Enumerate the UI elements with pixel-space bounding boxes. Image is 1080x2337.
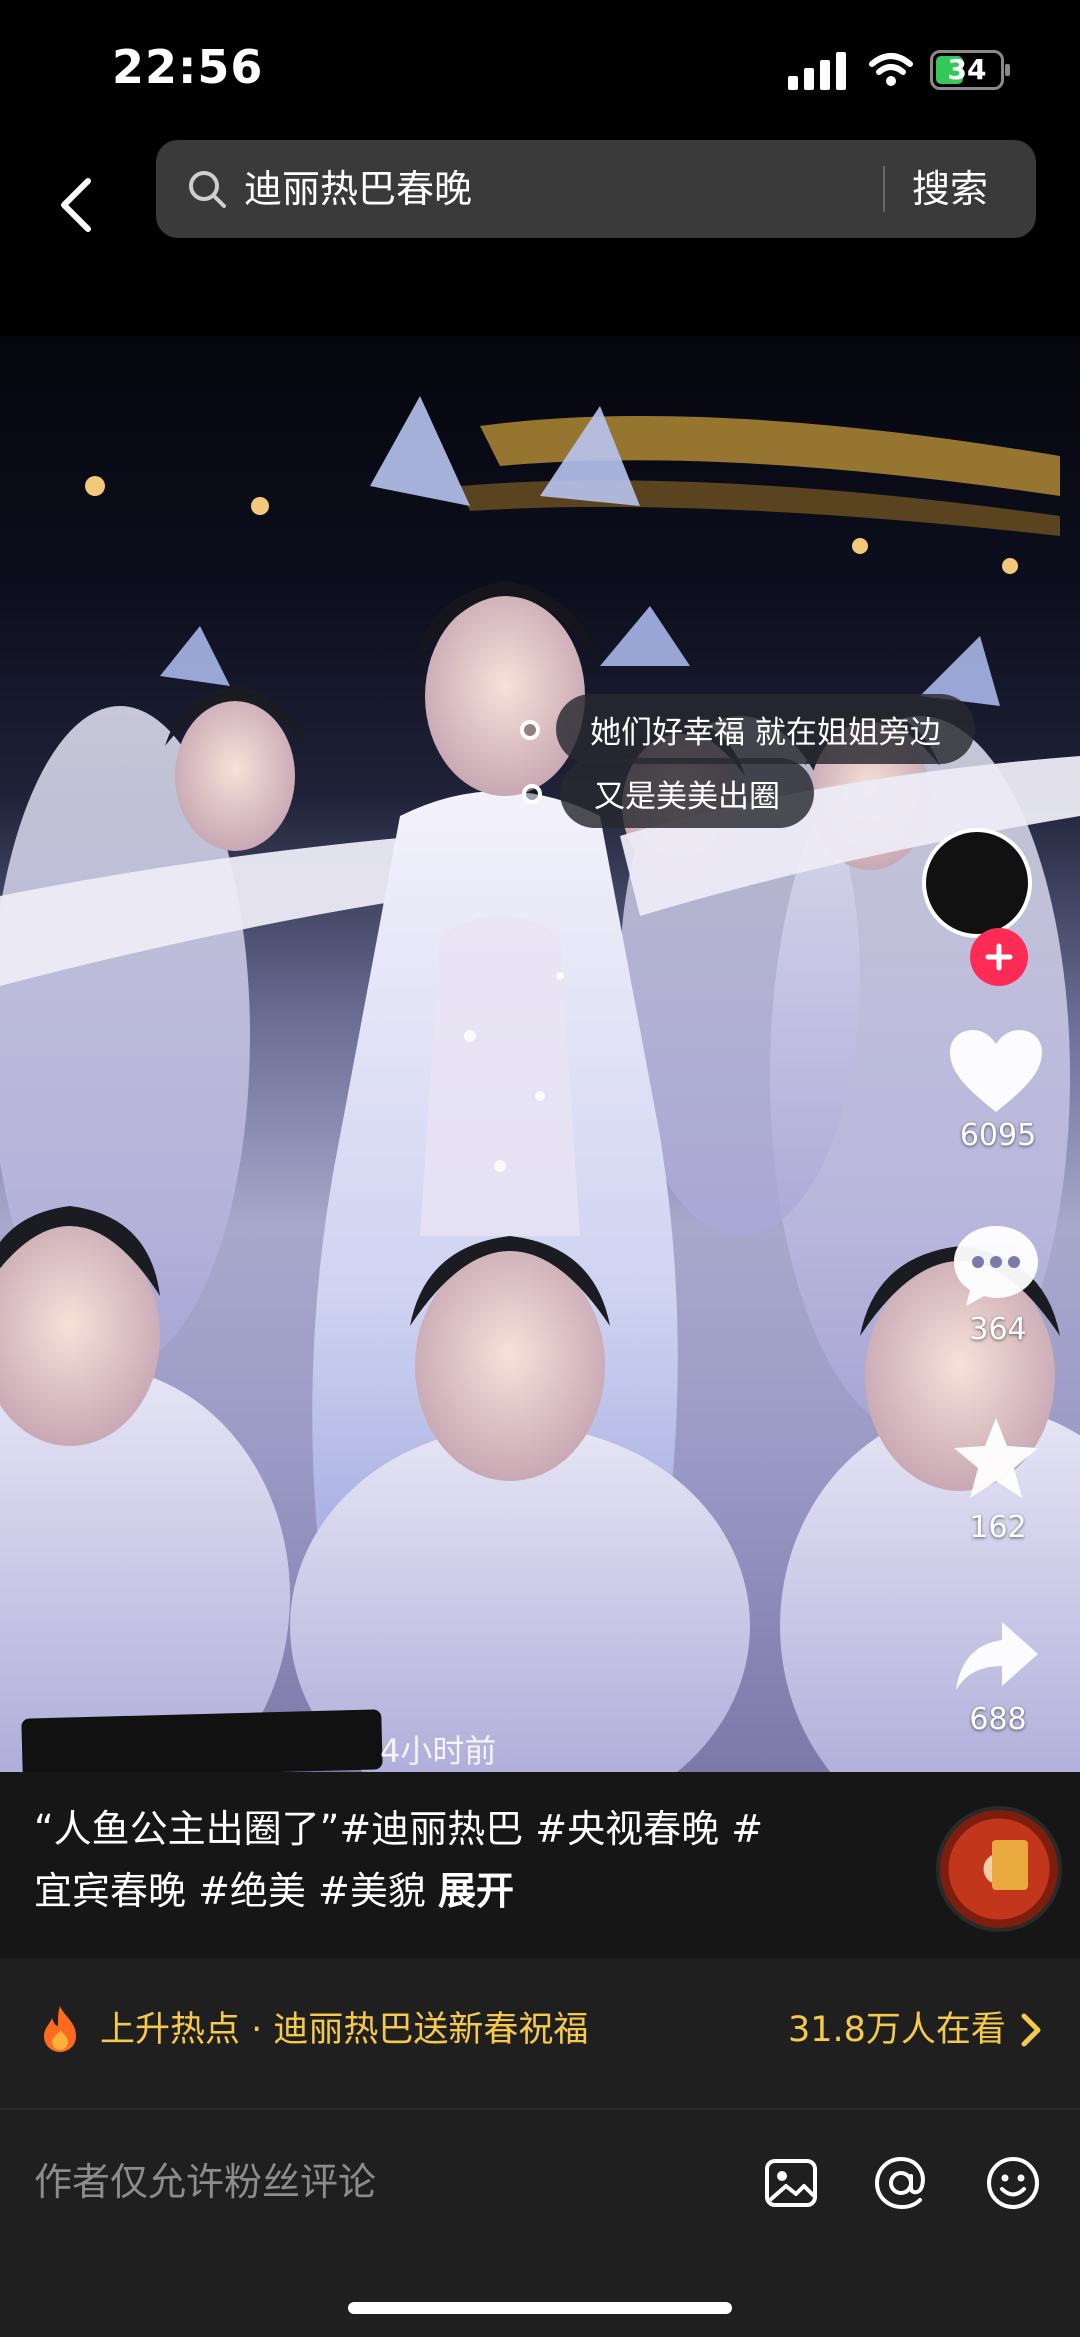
caption-tags-line2[interactable]: 宜宾春晚 #绝美 #美貌	[34, 1869, 426, 1913]
hot-topic-label[interactable]: 上升热点 · 迪丽热巴送新春祝福	[100, 2002, 588, 2058]
search-query[interactable]: 迪丽热巴春晚	[244, 162, 472, 216]
expand-caption-button[interactable]: 展开	[438, 1869, 514, 1913]
mention-at-icon[interactable]	[872, 2154, 930, 2212]
wifi-icon	[869, 53, 913, 86]
comment-icon[interactable]	[948, 1220, 1044, 1310]
search-bar[interactable]: 迪丽热巴春晚 搜索	[156, 140, 1036, 238]
music-disc[interactable]	[936, 1806, 1062, 1932]
redacted-author-name	[21, 1709, 383, 1772]
caption-text: “人鱼公主出圈了”	[34, 1807, 340, 1851]
image-icon[interactable]	[762, 2154, 820, 2212]
danmaku-dot	[520, 720, 540, 740]
fire-icon	[44, 2006, 76, 2052]
share-count: 688	[969, 1702, 1027, 1737]
chevron-right-icon[interactable]	[1016, 2012, 1046, 2048]
battery-icon: 34	[930, 50, 1010, 90]
emoji-icon[interactable]	[984, 2154, 1042, 2212]
favorite-star-icon[interactable]	[950, 1414, 1042, 1502]
creator-avatar[interactable]	[922, 828, 1032, 938]
video-player[interactable]: 她们好幸福 就在姐姐旁边 又是美美出圈 6095 364 162 688 4小时…	[0, 336, 1080, 1772]
danmaku-bubble[interactable]: 她们好幸福 就在姐姐旁边	[556, 694, 975, 764]
comment-input[interactable]: 作者仅允许粉丝评论	[34, 2152, 376, 2212]
hot-topic-bar[interactable]: 上升热点 · 迪丽热巴送新春祝福 31.8万人在看	[0, 1958, 1080, 2108]
video-caption[interactable]: “人鱼公主出圈了”#迪丽热巴 #央视春晚 # 宜宾春晚 #绝美 #美貌 展开	[34, 1798, 864, 1922]
danmaku-dot	[522, 784, 542, 804]
follow-button[interactable]	[970, 928, 1028, 986]
comment-bar: 作者仅允许粉丝评论	[0, 2108, 1080, 2337]
chevron-left-icon	[61, 178, 91, 232]
post-timestamp: 4小时前	[380, 1732, 497, 1770]
video-frame	[0, 396, 1080, 1772]
search-divider	[883, 166, 885, 212]
plus-icon	[985, 943, 1013, 971]
share-arrow-icon[interactable]	[952, 1618, 1040, 1694]
search-header: 迪丽热巴春晚 搜索	[0, 140, 1080, 336]
favorite-count: 162	[969, 1510, 1027, 1545]
battery-level: 34	[947, 53, 987, 86]
comment-count: 364	[969, 1312, 1027, 1347]
status-bar: 22:56 34	[0, 0, 1080, 140]
danmaku-bubble[interactable]: 又是美美出圈	[560, 758, 814, 828]
home-indicator[interactable]	[348, 2302, 732, 2314]
cellular-signal-icon	[788, 52, 846, 90]
hot-topic-viewers: 31.8万人在看	[788, 2010, 1006, 2050]
status-time: 22:56	[112, 40, 264, 94]
search-icon	[189, 171, 226, 208]
caption-tags-line1[interactable]: #迪丽热巴 #央视春晚 #	[339, 1807, 763, 1851]
like-heart-icon[interactable]	[946, 1026, 1046, 1118]
back-button[interactable]	[36, 160, 116, 250]
like-count: 6095	[959, 1118, 1037, 1153]
search-button[interactable]: 搜索	[912, 162, 988, 216]
